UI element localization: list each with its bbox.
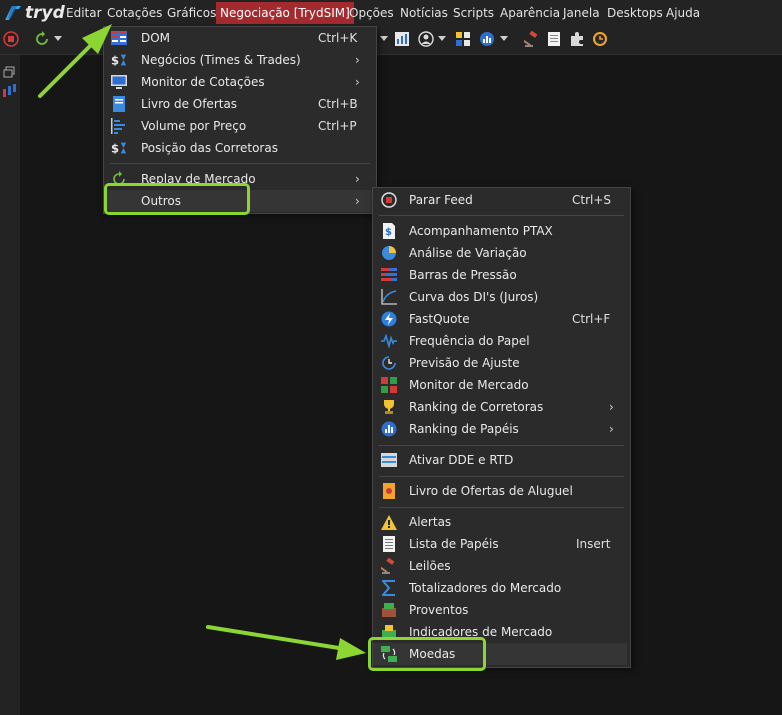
annotation-arrows xyxy=(38,24,366,660)
arrow-to-moedas-icon xyxy=(206,625,366,660)
arrow-to-cotacoes-icon xyxy=(38,24,112,98)
